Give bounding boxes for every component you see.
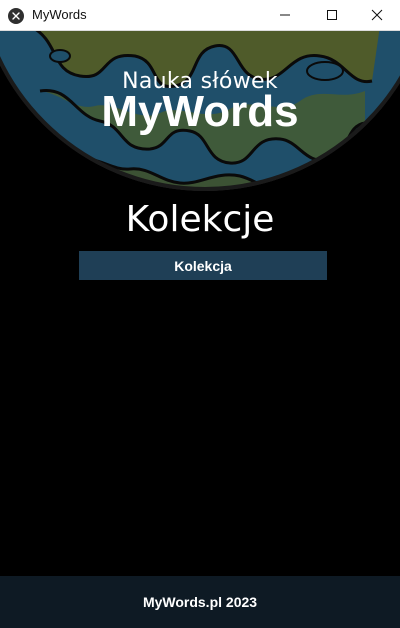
close-icon bbox=[371, 9, 383, 21]
app-title: MyWords bbox=[101, 87, 299, 136]
collections-heading: Kolekcje bbox=[125, 199, 275, 240]
maximize-button[interactable] bbox=[309, 0, 355, 30]
footer: MyWords.pl 2023 bbox=[0, 576, 400, 628]
app-icon bbox=[8, 8, 24, 24]
app-window: MyWords Nauka słówek MyWords Kolekcje Ko… bbox=[0, 0, 400, 628]
minimize-button[interactable] bbox=[262, 0, 308, 30]
collection-button[interactable]: Kolekcja bbox=[79, 251, 327, 280]
window-title: MyWords bbox=[32, 7, 87, 22]
maximize-icon bbox=[326, 9, 338, 21]
main-content: Nauka słówek MyWords Kolekcje Kolekcja bbox=[0, 31, 400, 576]
close-button[interactable] bbox=[354, 0, 400, 30]
minimize-icon bbox=[279, 9, 291, 21]
footer-text: MyWords.pl 2023 bbox=[142, 594, 258, 610]
title-bar[interactable]: MyWords bbox=[0, 0, 400, 31]
